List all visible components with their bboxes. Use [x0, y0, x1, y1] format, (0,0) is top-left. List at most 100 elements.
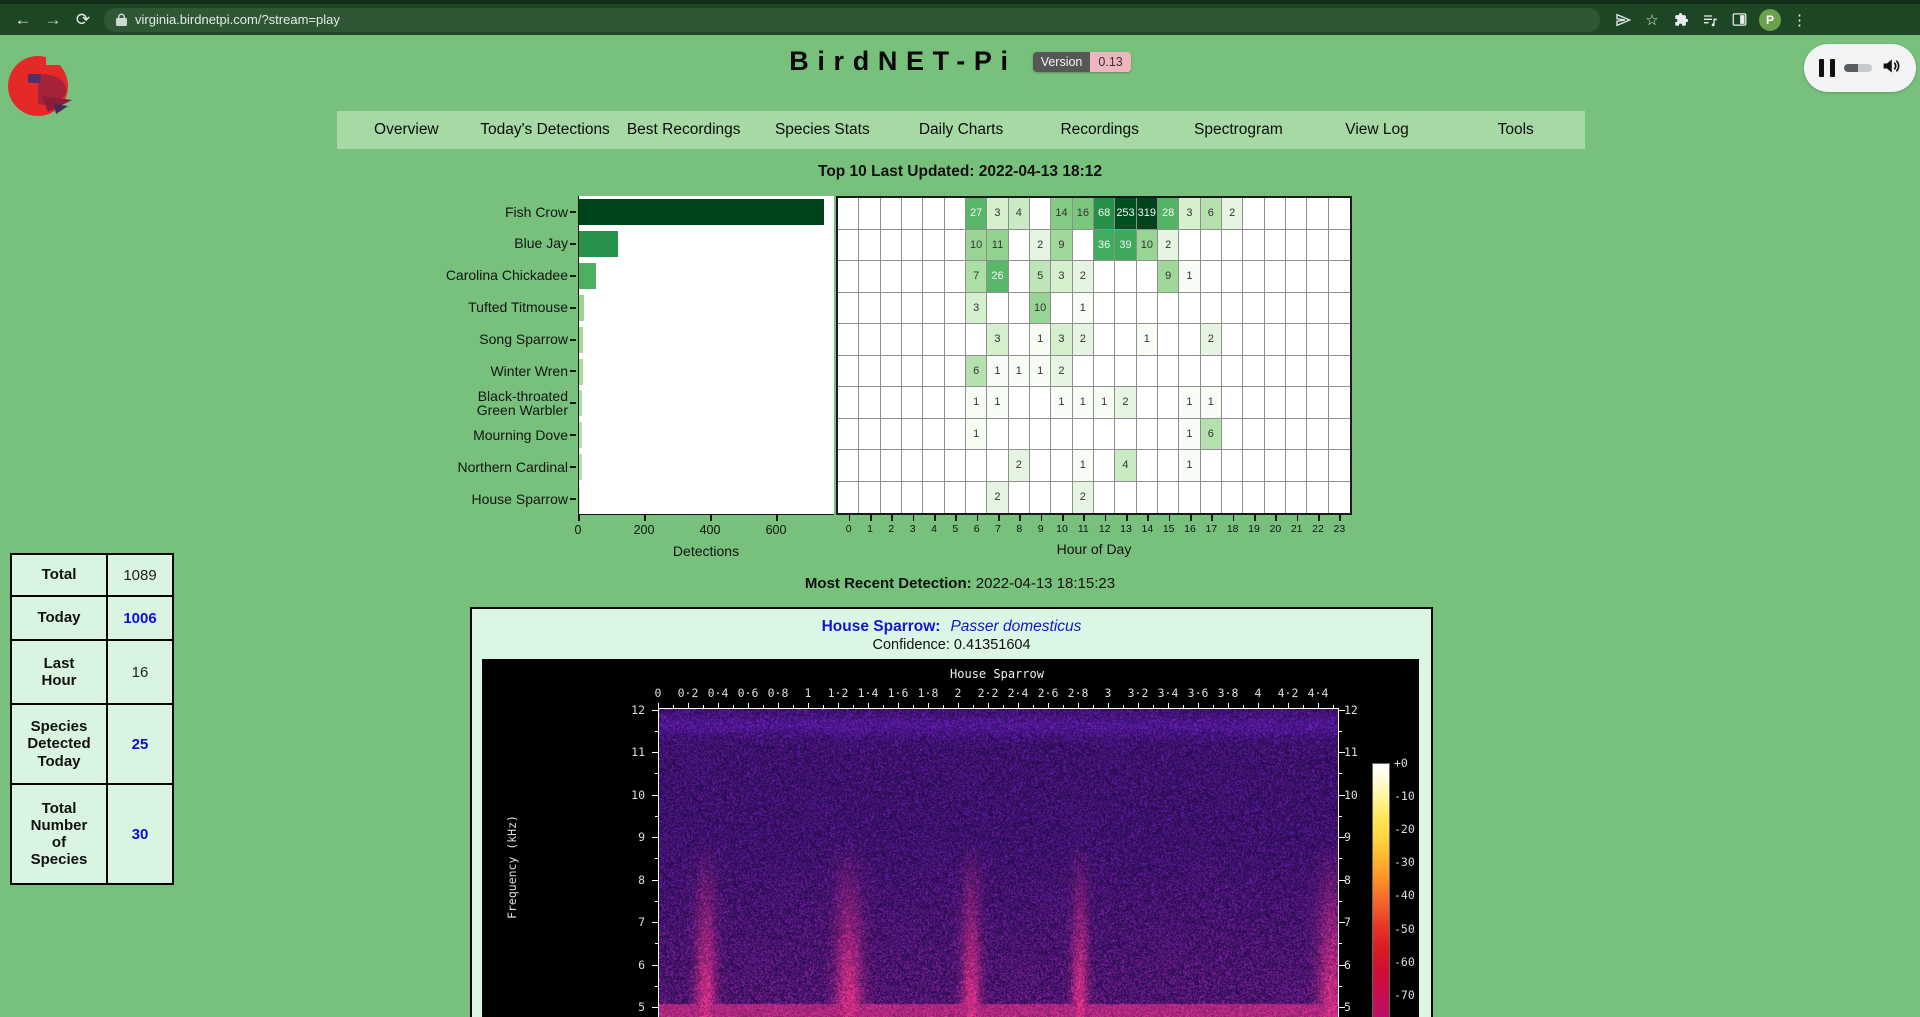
seek-slider[interactable] — [1844, 64, 1872, 72]
heatmap-cell — [881, 450, 902, 482]
heatmap-cell: 9 — [1051, 230, 1072, 262]
spec-ytick-label: 11 — [1344, 745, 1370, 759]
spec-ytick-label: 12 — [619, 703, 645, 717]
heatmap-cell — [1158, 293, 1179, 325]
heatmap-cell — [945, 198, 966, 230]
heatmap-cell — [1158, 387, 1179, 419]
spec-xtick-label: 1·6 — [888, 686, 909, 700]
spec-ytick — [1339, 837, 1345, 838]
top10-heading: Top 10 Last Updated: 2022-04-13 18:12 — [0, 163, 1920, 181]
nav-item-overview[interactable]: Overview — [337, 121, 476, 139]
hour-tick-label: 18 — [1227, 523, 1239, 535]
heatmap-cell — [923, 387, 944, 419]
spec-ytick — [1339, 710, 1345, 711]
spec-xtick-label: 1·4 — [858, 686, 879, 700]
heatmap-cell — [1329, 261, 1350, 293]
stats-value[interactable]: 1006 — [107, 596, 173, 640]
detection-species[interactable]: House Sparrow: Passer domesticus — [472, 618, 1431, 636]
send-icon[interactable] — [1614, 11, 1632, 29]
extensions-icon[interactable] — [1672, 11, 1690, 29]
hour-tick-label: 10 — [1056, 523, 1068, 535]
hour-tick — [1275, 515, 1277, 521]
heatmap-cell — [1243, 230, 1264, 262]
heatmap-cell — [1329, 356, 1350, 388]
audio-player[interactable] — [1804, 44, 1916, 92]
bar-xtick-label: 600 — [766, 523, 787, 537]
spec-xtick — [1288, 703, 1289, 708]
heatmap-cell — [945, 482, 966, 514]
nav-item-best-recordings[interactable]: Best Recordings — [614, 121, 753, 139]
volume-icon[interactable] — [1881, 57, 1901, 80]
spec-xtick-label: 4 — [1255, 686, 1262, 700]
nav-item-spectrogram[interactable]: Spectrogram — [1169, 121, 1308, 139]
bar-category-label: Northern Cardinal — [440, 451, 568, 483]
heatmap-cell — [1179, 324, 1200, 356]
species-common-name[interactable]: House Sparrow: — [822, 618, 941, 635]
bookmark-star-icon[interactable]: ☆ — [1643, 11, 1661, 29]
profile-avatar[interactable]: P — [1759, 9, 1781, 31]
browser-menu-icon[interactable]: ⋮ — [1792, 11, 1807, 29]
stats-value[interactable]: 25 — [107, 704, 173, 784]
heatmap-cell — [1201, 482, 1222, 514]
hour-tick — [1211, 515, 1213, 521]
bar — [579, 359, 583, 385]
nav-item-today-s-detections[interactable]: Today's Detections — [476, 121, 615, 139]
nav-item-view-log[interactable]: View Log — [1308, 121, 1447, 139]
heatmap-cell: 1 — [987, 387, 1008, 419]
bar-category-label: Mourning Dove — [440, 419, 568, 451]
heatmap-cell — [1137, 356, 1158, 388]
heatmap-cell: 11 — [987, 230, 1008, 262]
spectrogram-image — [658, 709, 1338, 1017]
stats-table-body: Total1089Today1006Last Hour16Species Det… — [11, 554, 173, 884]
spec-ytick-label: 7 — [619, 915, 645, 929]
url-bar[interactable]: virginia.birdnetpi.com/?stream=play — [104, 8, 1600, 32]
heatmap-cell — [1307, 293, 1328, 325]
heatmap-cell — [1265, 419, 1286, 451]
hour-tick — [1190, 515, 1192, 521]
heatmap-cell — [945, 293, 966, 325]
hour-tick — [1169, 515, 1171, 521]
heatmap-cell — [1307, 387, 1328, 419]
heatmap-cell: 36 — [1094, 230, 1115, 262]
heatmap-cell: 1 — [1094, 387, 1115, 419]
heatmap-cell: 2 — [1222, 198, 1243, 230]
pause-icon[interactable] — [1819, 59, 1835, 77]
bar-xtick — [578, 515, 580, 521]
heatmap-cell — [902, 230, 923, 262]
hour-tick-label: 7 — [995, 523, 1001, 535]
heatmap-cell: 7 — [966, 261, 987, 293]
hour-tick — [891, 515, 893, 521]
stats-value[interactable]: 30 — [107, 784, 173, 884]
spec-xtick — [958, 703, 959, 708]
reload-icon[interactable]: ⟳ — [68, 7, 98, 33]
url-text[interactable]: virginia.birdnetpi.com/?stream=play — [135, 12, 340, 27]
heatmap-cell — [1286, 324, 1307, 356]
heatmap-cell — [1243, 261, 1264, 293]
bar — [579, 295, 584, 321]
stats-row: Total Number of Species30 — [11, 784, 173, 884]
media-controls-icon[interactable] — [1701, 11, 1719, 29]
spec-xtick — [658, 703, 659, 708]
heatmap-cell — [859, 198, 880, 230]
heatmap-cell — [1265, 293, 1286, 325]
nav-item-recordings[interactable]: Recordings — [1030, 121, 1169, 139]
forward-icon[interactable]: → — [38, 7, 68, 33]
most-recent-detection: Most Recent Detection: 2022-04-13 18:15:… — [0, 575, 1920, 592]
spec-xtick-minor — [673, 705, 674, 708]
bar-category-label: Blue Jay — [440, 228, 568, 260]
bar — [579, 390, 582, 416]
species-scientific-name[interactable]: Passer domesticus — [950, 618, 1081, 635]
heatmap-cell — [1307, 356, 1328, 388]
nav-item-species-stats[interactable]: Species Stats — [753, 121, 892, 139]
heatmap-cell — [859, 419, 880, 451]
heatmap-cell — [1094, 419, 1115, 451]
bar — [579, 486, 580, 512]
nav-item-daily-charts[interactable]: Daily Charts — [892, 121, 1031, 139]
back-icon[interactable]: ← — [8, 7, 38, 33]
heatmap-cell — [1009, 324, 1030, 356]
heatmap-cell — [1094, 356, 1115, 388]
spec-xtick — [988, 703, 989, 708]
side-panel-icon[interactable] — [1730, 11, 1748, 29]
heatmap-cell — [838, 419, 859, 451]
nav-item-tools[interactable]: Tools — [1446, 121, 1585, 139]
